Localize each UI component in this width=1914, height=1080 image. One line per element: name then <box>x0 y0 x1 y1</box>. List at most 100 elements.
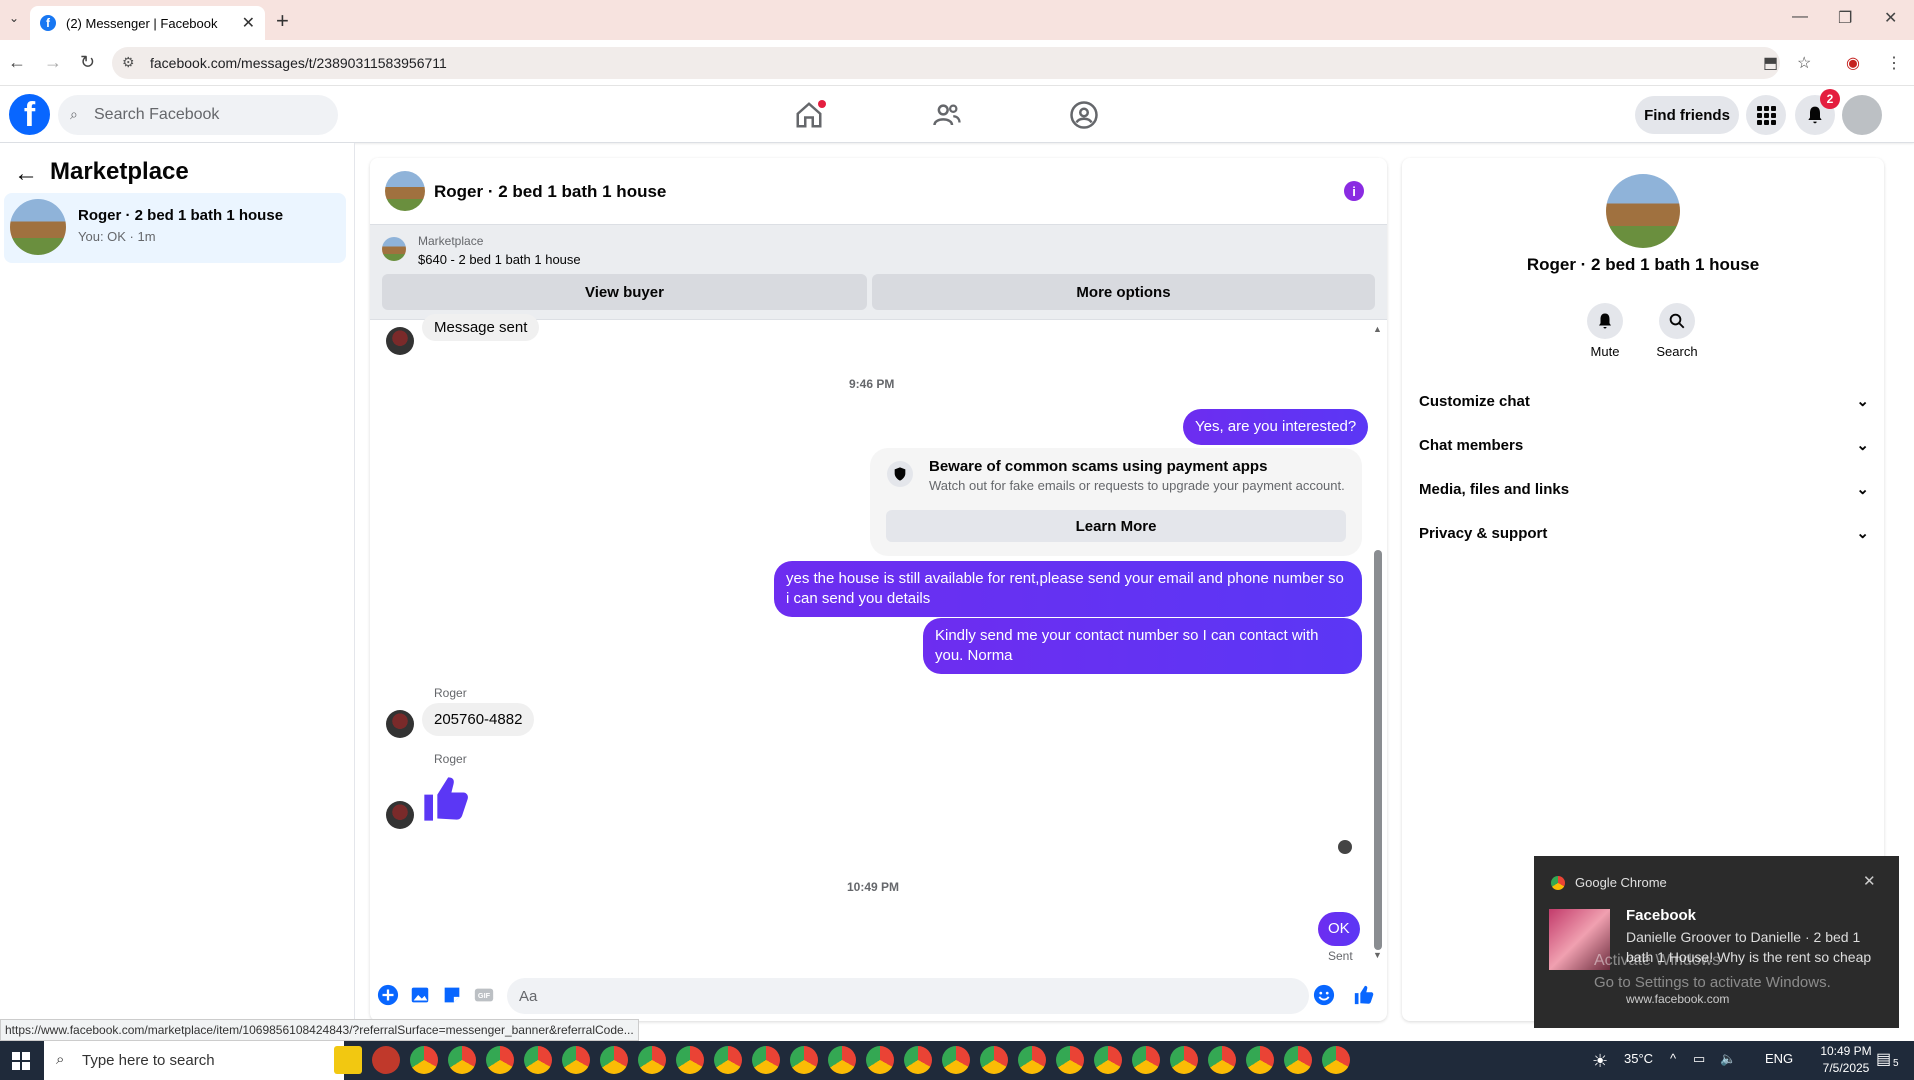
chrome-icon[interactable] <box>676 1046 704 1074</box>
chrome-icon[interactable] <box>866 1046 894 1074</box>
banner-price[interactable]: $640 - 2 bed 1 bath 1 house <box>418 252 581 267</box>
row-label: Privacy & support <box>1419 524 1548 542</box>
chat-members-row[interactable]: Chat members ⌄ <box>1419 425 1869 465</box>
url-bar[interactable]: facebook.com/messages/t/2389031158395671… <box>112 47 1780 79</box>
like-send-icon[interactable] <box>1353 984 1375 1006</box>
reload-icon[interactable]: ↻ <box>80 52 95 73</box>
chat-header-avatar[interactable] <box>385 171 425 211</box>
chrome-icon <box>1551 876 1565 890</box>
language-indicator[interactable]: ENG <box>1765 1051 1793 1066</box>
mute-button[interactable] <box>1587 303 1623 339</box>
taskbar-clock[interactable]: 10:49 PM 7/5/2025 <box>1816 1043 1876 1077</box>
window-close-icon[interactable]: ✕ <box>1884 8 1897 28</box>
site-info-icon[interactable]: ⚙ <box>122 54 135 71</box>
forward-icon[interactable]: → <box>44 52 62 73</box>
notification-close-icon[interactable]: ✕ <box>1863 872 1876 890</box>
taskbar-search-input[interactable]: Type here to search <box>44 1041 344 1080</box>
install-app-icon[interactable]: ⬒ <box>1763 53 1778 73</box>
restore-icon[interactable]: ❐ <box>1838 8 1852 28</box>
weather-icon[interactable]: ☀ <box>1592 1051 1608 1072</box>
chrome-icon[interactable] <box>1132 1046 1160 1074</box>
network-icon[interactable]: ▭ <box>1693 1051 1705 1067</box>
chrome-icon[interactable] <box>1246 1046 1274 1074</box>
sticker-icon[interactable] <box>441 984 463 1006</box>
learn-more-label: Learn More <box>1075 517 1157 535</box>
row-label: Chat members <box>1419 436 1524 454</box>
message-bubble-incoming: 205760-4882 <box>422 703 535 736</box>
volume-icon[interactable]: 🔈 <box>1720 1051 1736 1067</box>
find-friends-button[interactable]: Find friends <box>1635 96 1739 134</box>
account-avatar[interactable] <box>1842 95 1882 135</box>
chrome-icon[interactable] <box>562 1046 590 1074</box>
chrome-menu-icon[interactable]: ⋮ <box>1886 53 1902 73</box>
chrome-icon[interactable] <box>1094 1046 1122 1074</box>
chrome-icon[interactable] <box>714 1046 742 1074</box>
grid-icon <box>1757 106 1776 125</box>
file-explorer-icon[interactable] <box>334 1046 362 1074</box>
tab-close-icon[interactable]: ✕ <box>242 13 255 33</box>
find-friends-label: Find friends <box>1644 106 1730 124</box>
privacy-support-row[interactable]: Privacy & support ⌄ <box>1419 513 1869 553</box>
profile-thumbnail[interactable] <box>1606 174 1680 248</box>
view-buyer-button[interactable]: View buyer <box>382 274 867 310</box>
new-tab-button[interactable]: + <box>276 8 289 34</box>
chrome-icon[interactable] <box>524 1046 552 1074</box>
tab-search-dropdown[interactable]: ⌄ <box>4 11 24 31</box>
learn-more-button[interactable]: Learn More <box>886 510 1346 542</box>
search-chat-button[interactable] <box>1659 303 1695 339</box>
back-icon[interactable]: ← <box>8 52 26 73</box>
media-files-links-row[interactable]: Media, files and links ⌄ <box>1419 469 1869 509</box>
chrome-icon[interactable] <box>410 1046 438 1074</box>
chrome-icon[interactable] <box>1322 1046 1350 1074</box>
photo-icon[interactable] <box>409 984 431 1006</box>
app-icon[interactable] <box>372 1046 400 1074</box>
menu-grid-button[interactable] <box>1746 95 1786 135</box>
profile-icon[interactable]: ◉ <box>1846 53 1860 73</box>
chrome-icon[interactable] <box>600 1046 628 1074</box>
chrome-icon[interactable] <box>980 1046 1008 1074</box>
action-center-icon[interactable]: ▤ <box>1876 1049 1891 1069</box>
chrome-icon[interactable] <box>486 1046 514 1074</box>
show-hidden-icons[interactable]: ^ <box>1670 1051 1676 1066</box>
back-arrow-icon[interactable]: ← <box>14 160 38 188</box>
scroll-up-arrow-icon[interactable]: ▲ <box>1373 324 1382 334</box>
bell-icon <box>1599 313 1611 329</box>
groups-icon[interactable] <box>1069 100 1099 130</box>
facebook-logo-icon[interactable]: f <box>9 94 50 135</box>
more-options-button[interactable]: More options <box>872 274 1375 310</box>
windows-start-icon[interactable] <box>12 1052 30 1070</box>
message-input[interactable]: Aa <box>507 978 1309 1014</box>
customize-chat-row[interactable]: Customize chat ⌄ <box>1419 381 1869 421</box>
scrollbar-thumb[interactable] <box>1374 550 1382 950</box>
chrome-icon[interactable] <box>752 1046 780 1074</box>
panel-title: Marketplace <box>50 158 189 185</box>
notification-app-name: Google Chrome <box>1575 875 1667 890</box>
minimize-icon[interactable]: — <box>1792 8 1808 26</box>
banner-label: Marketplace <box>418 234 484 248</box>
sender-avatar <box>386 710 414 738</box>
temperature[interactable]: 35°C <box>1624 1051 1653 1066</box>
chrome-icon[interactable] <box>638 1046 666 1074</box>
scroll-down-arrow-icon[interactable]: ▼ <box>1373 950 1382 960</box>
chrome-icon[interactable] <box>828 1046 856 1074</box>
chrome-icon[interactable] <box>448 1046 476 1074</box>
row-label: Media, files and links <box>1419 480 1570 498</box>
chrome-icon[interactable] <box>942 1046 970 1074</box>
chrome-icon[interactable] <box>1018 1046 1046 1074</box>
friends-icon[interactable] <box>932 100 962 130</box>
plus-icon[interactable] <box>377 984 399 1006</box>
chevron-down-icon: ⌄ <box>1856 393 1869 410</box>
gif-icon[interactable]: GIF <box>473 984 495 1006</box>
chrome-icon[interactable] <box>1170 1046 1198 1074</box>
chrome-icon[interactable] <box>1056 1046 1084 1074</box>
chrome-icon[interactable] <box>1284 1046 1312 1074</box>
bookmark-star-icon[interactable]: ☆ <box>1797 53 1811 73</box>
facebook-search-input[interactable]: Search Facebook <box>58 95 338 135</box>
chrome-icon[interactable] <box>790 1046 818 1074</box>
browser-tab[interactable]: f (2) Messenger | Facebook ✕ <box>30 6 265 40</box>
chrome-icon[interactable] <box>904 1046 932 1074</box>
chrome-icon[interactable] <box>1208 1046 1236 1074</box>
info-icon[interactable]: i <box>1344 181 1364 201</box>
chat-header-name[interactable]: Roger · 2 bed 1 bath 1 house <box>434 182 666 202</box>
emoji-icon[interactable] <box>1313 984 1335 1006</box>
